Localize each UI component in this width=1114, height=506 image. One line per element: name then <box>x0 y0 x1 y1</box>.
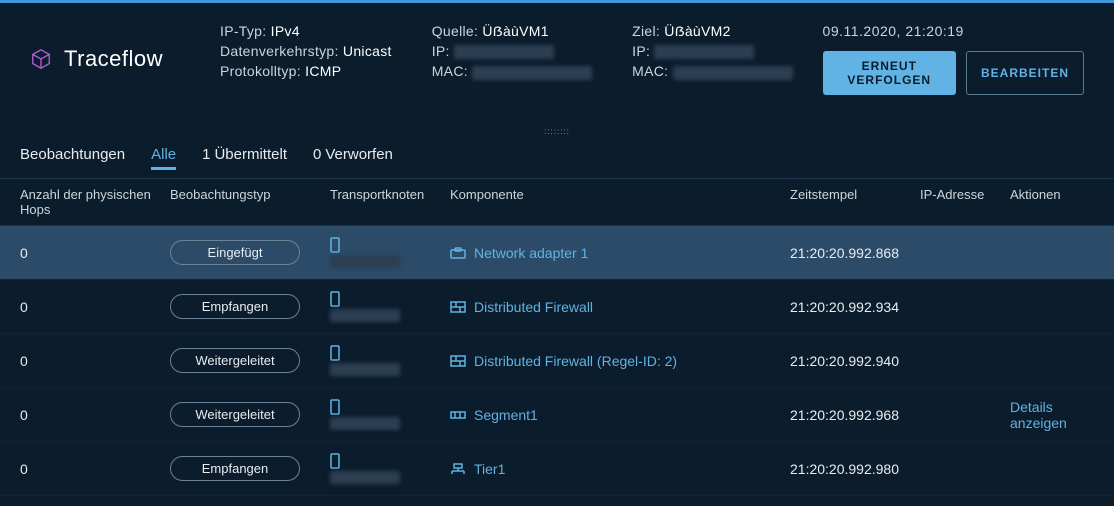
table-row[interactable]: 0Empfangen Distributed Firewall 21:20:20.9… <box>0 280 1114 334</box>
type-pill: Weitergeleitet <box>170 402 300 427</box>
cell-type: Empfangen <box>170 456 330 481</box>
info-line: Protokolltyp: ICMP <box>220 63 392 79</box>
info-line: IP-Typ: IPv4 <box>220 23 392 39</box>
table-row[interactable]: 0Weitergeleitet Distributed Firewall (Reg… <box>0 334 1114 388</box>
cell-hops: 0 <box>20 461 170 477</box>
table-row[interactable]: 0Weitergeleitet Segment1 21:20:20.992.968 D… <box>0 388 1114 442</box>
source-ip: IP: <box>432 43 592 59</box>
tab-dropped[interactable]: 0Verworfen <box>313 146 393 167</box>
type-pill: Weitergeleitet <box>170 348 300 373</box>
col-actions[interactable]: Aktionen <box>1010 187 1090 217</box>
button-row: ERNEUT VERFOLGEN BEARBEITEN <box>823 51 1084 95</box>
title-group: Traceflow <box>30 23 190 95</box>
cell-component[interactable]: Tier1 <box>450 461 790 477</box>
col-hops[interactable]: Anzahl der physischen Hops <box>20 187 170 217</box>
table-body[interactable]: 0EingefügtNetwork adapter 121:20:20.992.… <box>0 226 1114 496</box>
header-right: 09.11.2020, 21:20:19 ERNEUT VERFOLGEN BE… <box>823 23 1084 95</box>
source-mac: MAC: <box>432 63 592 79</box>
cell-transport <box>330 291 450 322</box>
component-link[interactable]: Segment1 <box>474 407 538 423</box>
info-col-dest: Ziel: ÜẞàùVM2 IP: MAC: <box>632 23 792 95</box>
cell-actions: Details anzeigen <box>1010 399 1090 431</box>
component-link[interactable]: Tier1 <box>474 461 505 477</box>
component-link[interactable]: Network adapter 1 <box>474 245 588 261</box>
observations-table: Anzahl der physischen Hops Beobachtungst… <box>0 178 1114 496</box>
col-transport[interactable]: Transportknoten <box>330 187 450 217</box>
info-columns: IP-Typ: IPv4 Datenverkehrstyp: Unicast Pro… <box>220 23 793 95</box>
info-col-basic: IP-Typ: IPv4 Datenverkehrstyp: Unicast Pro… <box>220 23 392 95</box>
cell-component[interactable]: Distributed Firewall (Regel-ID: 2) <box>450 353 790 369</box>
cell-timestamp: 21:20:20.992.968 <box>790 407 920 423</box>
type-pill: Eingefügt <box>170 240 300 265</box>
info-line: Datenverkehrstyp: Unicast <box>220 43 392 59</box>
cell-transport <box>330 237 450 268</box>
cell-component[interactable]: Network adapter 1 <box>450 245 790 261</box>
type-pill: Empfangen <box>170 456 300 481</box>
drag-handle-dots[interactable]: :::::::: <box>0 125 1114 138</box>
col-ts[interactable]: Zeitstempel <box>790 187 920 217</box>
cell-transport <box>330 453 450 484</box>
cube-icon <box>30 48 52 70</box>
dest-ip: IP: <box>632 43 792 59</box>
cell-timestamp: 21:20:20.992.868 <box>790 245 920 261</box>
cell-transport <box>330 345 450 376</box>
retrace-button[interactable]: ERNEUT VERFOLGEN <box>823 51 956 95</box>
table-row[interactable]: 0Eingefügt Network adapter 1 21:20:20.992.… <box>0 226 1114 280</box>
top-timestamp: 09.11.2020, 21:20:19 <box>823 23 1084 39</box>
details-link[interactable]: Details anzeigen <box>1010 399 1067 431</box>
info-col-source: Quelle: ÜẞàùVM1 IP: MAC: <box>432 23 592 95</box>
tab-bar: Beobachtungen Alle 1Übermittelt 0Verworf… <box>0 138 1114 178</box>
cell-type: Eingefügt <box>170 240 330 265</box>
source-line: Quelle: ÜẞàùVM1 <box>432 23 592 39</box>
table-header: Anzahl der physischen Hops Beobachtungst… <box>0 178 1114 226</box>
cell-type: Weitergeleitet <box>170 348 330 373</box>
table-row[interactable]: 0Empfangen Tier1 21:20:20.992.980 <box>0 442 1114 496</box>
col-type[interactable]: Beobachtungstyp <box>170 187 330 217</box>
component-link[interactable]: Distributed Firewall <box>474 299 593 315</box>
cell-timestamp: 21:20:20.992.980 <box>790 461 920 477</box>
tab-delivered[interactable]: 1Übermittelt <box>202 146 287 167</box>
tab-all[interactable]: Alle <box>151 146 176 170</box>
cell-transport <box>330 399 450 430</box>
cell-component[interactable]: Segment1 <box>450 407 790 423</box>
cell-timestamp: 21:20:20.992.940 <box>790 353 920 369</box>
tab-observations-label: Beobachtungen <box>20 146 125 167</box>
dest-line: Ziel: ÜẞàùVM2 <box>632 23 792 39</box>
cell-timestamp: 21:20:20.992.934 <box>790 299 920 315</box>
cell-hops: 0 <box>20 407 170 423</box>
cell-hops: 0 <box>20 245 170 261</box>
cell-hops: 0 <box>20 353 170 369</box>
cell-type: Weitergeleitet <box>170 402 330 427</box>
dest-mac: MAC: <box>632 63 792 79</box>
cell-type: Empfangen <box>170 294 330 319</box>
page-title: Traceflow <box>64 46 163 72</box>
type-pill: Empfangen <box>170 294 300 319</box>
edit-button[interactable]: BEARBEITEN <box>966 51 1084 95</box>
component-link[interactable]: Distributed Firewall (Regel-ID: 2) <box>474 353 677 369</box>
header: Traceflow IP-Typ: IPv4 Datenverkehrstyp: … <box>0 0 1114 125</box>
cell-hops: 0 <box>20 299 170 315</box>
col-ip[interactable]: IP-Adresse <box>920 187 1010 217</box>
col-component[interactable]: Komponente <box>450 187 790 217</box>
cell-component[interactable]: Distributed Firewall <box>450 299 790 315</box>
